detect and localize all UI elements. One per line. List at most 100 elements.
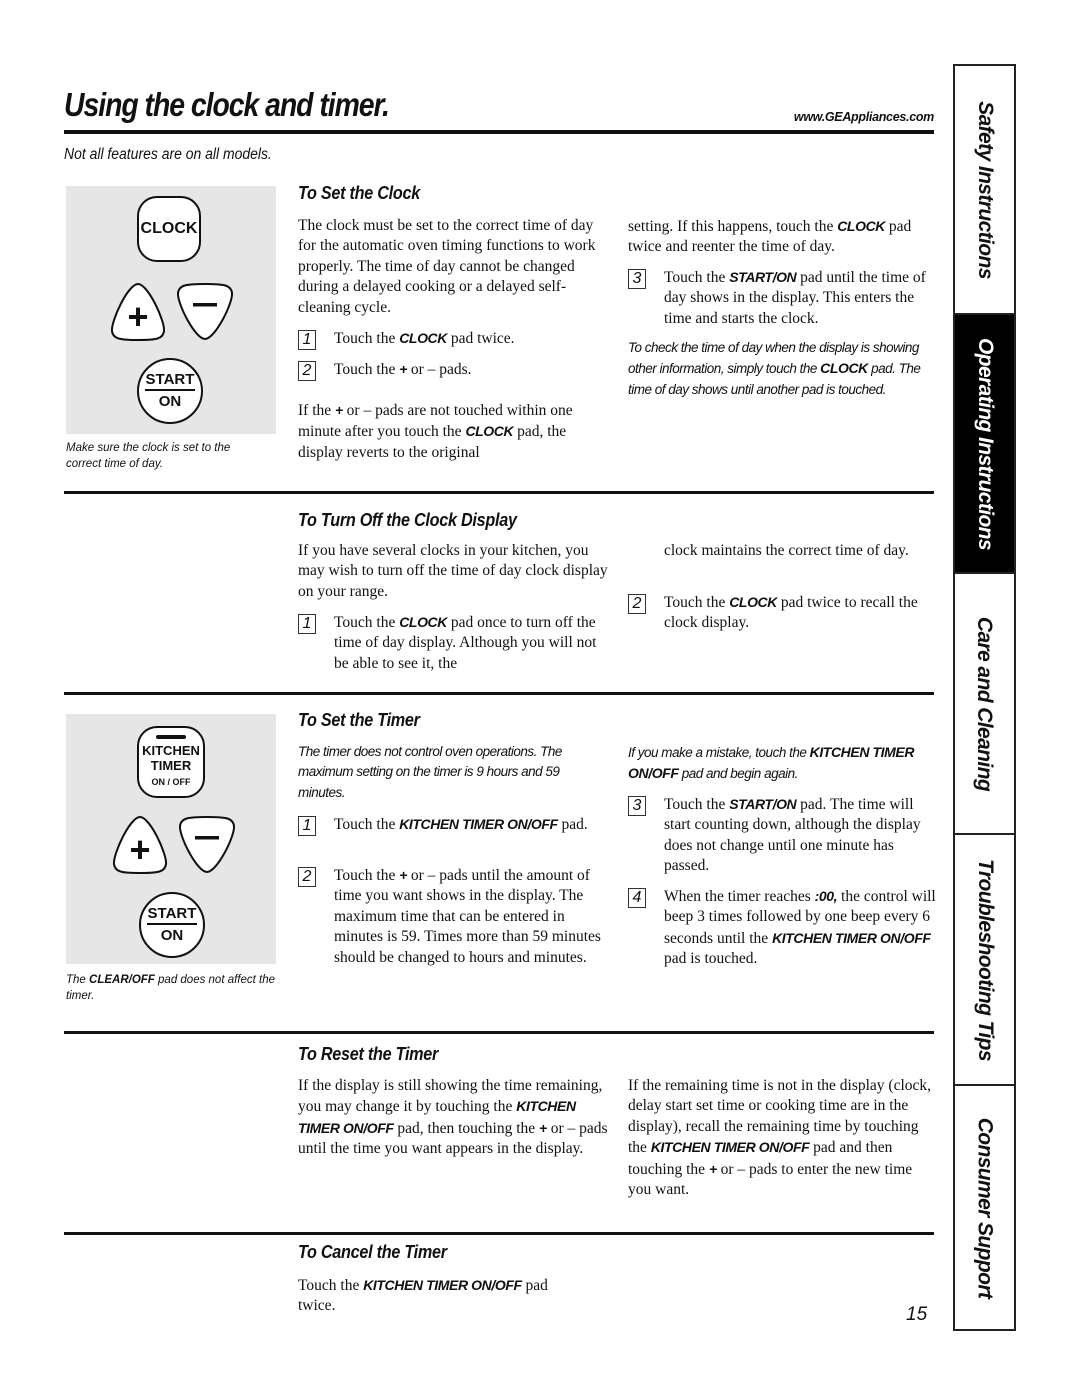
step-text: When the timer reaches [664,888,815,905]
timer-pad-line3: ON / OFF [151,776,191,787]
kitchen-timer-keyword: KITCHEN TIMER ON/OFF [772,929,931,946]
on-label: ON [160,927,184,944]
plus-keyword: + [335,402,343,418]
step-number: 3 [628,269,646,289]
minus-pad[interactable] [176,814,238,876]
timer-control-panel: KITCHEN TIMER ON / OFF + START ON [66,714,276,964]
step-number: 4 [628,888,646,908]
plus-pad[interactable]: + [108,281,168,343]
zero-time-keyword: :00, [814,888,838,904]
step-text: Touch the [334,614,400,631]
step-number: 1 [298,614,316,634]
start-on-keyword: START/ON [729,796,797,812]
para-text: If the [298,402,336,419]
kitchen-timer-pad[interactable]: KITCHEN TIMER ON / OFF [137,726,205,798]
clock-keyword: CLOCK [465,423,514,440]
turn-off-clock-continued: clock maintains the correct time of day. [664,542,909,559]
step-text: Touch the [664,594,730,611]
plus-keyword: + [399,867,407,883]
kitchen-timer-keyword: KITCHEN TIMER ON/OFF [650,1139,810,1156]
set-timer-note: The timer does not control oven operatio… [298,744,562,800]
step-text: Touch the [334,330,400,347]
turn-off-clock-intro: If you have several clocks in your kitch… [298,542,608,600]
tab-operating-instructions[interactable]: Operating Instructions [955,315,1014,574]
step-number: 1 [298,330,316,350]
start-on-pad[interactable]: START ON [137,358,203,424]
set-timer-heading: To Set the Timer [298,710,420,730]
timer-pad-indicator [156,734,186,739]
clock-keyword: CLOCK [820,360,868,377]
plus-keyword: + [399,361,407,377]
clock-keyword: CLOCK [729,594,777,610]
timer-pad-line1: KITCHEN [142,742,200,758]
step-number: 2 [298,361,316,381]
start-on-pad[interactable]: START ON [139,892,205,958]
tab-label: Troubleshooting Tips [973,858,997,1061]
clear-off-keyword: CLEAR/OFF [89,974,155,986]
start-on-keyword: START/ON [729,269,797,285]
clock-pad-label: CLOCK [140,220,198,237]
step-text: Touch the [334,361,400,378]
clock-keyword: CLOCK [399,614,447,630]
minus-pad-shape [177,282,233,341]
section-divider-3 [64,1031,934,1034]
website-url[interactable]: www.GEAppliances.com [760,110,934,124]
tab-safety-instructions[interactable]: Safety Instructions [955,66,1014,315]
clock-control-panel: CLOCK + START ON [66,186,276,434]
turn-off-clock-heading: To Turn Off the Clock Display [298,510,517,530]
step-text: Touch the [664,796,730,813]
on-label: ON [158,393,182,410]
plus-keyword: + [539,1119,547,1136]
section-tabs: Safety Instructions Operating Instructio… [953,64,1016,1331]
step-text: pad is touched. [664,950,758,968]
tab-label: Safety Instructions [973,100,997,279]
step-number: 3 [628,796,646,816]
set-clock-timeout-para: If the + or – pads are not touched withi… [298,400,603,463]
minus-icon [193,303,217,307]
step-text: pad. [557,816,588,833]
step-text: or – pads. [406,361,472,378]
caption-text: The [66,974,90,986]
tab-label: Care and Cleaning [973,616,997,791]
reset-timer-heading: To Reset the Timer [298,1044,439,1064]
minus-pad[interactable] [174,281,236,343]
reset-timer-right-para: If the remaining time is not in the disp… [628,1076,938,1200]
timer-pad-line2: TIMER [150,757,192,773]
cancel-timer-heading: To Cancel the Timer [298,1242,447,1262]
check-time-note: To check the time of day when the displa… [628,338,933,400]
timer-panel-caption: The CLEAR/OFF pad does not affect the ti… [66,972,276,1004]
clock-keyword: CLOCK [399,330,447,346]
plus-keyword: + [708,1160,717,1177]
section-divider-1 [64,491,934,494]
tab-label: Consumer Support [973,1117,997,1298]
plus-icon: + [127,296,148,337]
minus-pad-shape [179,815,235,874]
para-text: Touch the [298,1277,364,1294]
plus-pad[interactable]: + [110,814,170,876]
tab-care-and-cleaning[interactable]: Care and Cleaning [955,574,1014,835]
clock-pad[interactable]: CLOCK [137,196,201,262]
start-label: START [146,905,198,925]
section-divider-4 [64,1232,934,1235]
step-number: 1 [298,816,316,836]
set-clock-intro: The clock must be set to the correct tim… [298,217,596,316]
note-text: If you make a mistake, touch the [628,745,810,760]
page-number: 15 [906,1304,928,1325]
tab-troubleshooting-tips[interactable]: Troubleshooting Tips [955,835,1014,1086]
start-label: START [144,371,196,391]
header-rule [64,130,934,134]
step-number: 2 [628,594,646,614]
kitchen-timer-keyword: KITCHEN TIMER ON/OFF [399,816,558,832]
clock-panel-caption: Make sure the clock is set to the correc… [66,442,231,470]
step-number: 2 [298,867,316,887]
reset-timer-left-para: If the display is still showing the time… [298,1076,610,1160]
step-text: pad twice. [446,330,515,347]
para-text: pad, then touching the [393,1119,540,1137]
set-timer-mistake-note: If you make a mistake, touch the KITCHEN… [628,742,918,785]
models-note: Not all features are on all models. [64,146,272,163]
step-text: Touch the [334,816,400,833]
set-clock-heading: To Set the Clock [298,183,421,203]
tab-consumer-support[interactable]: Consumer Support [955,1086,1014,1329]
clock-keyword: CLOCK [837,218,885,234]
section-divider-2 [64,692,934,695]
